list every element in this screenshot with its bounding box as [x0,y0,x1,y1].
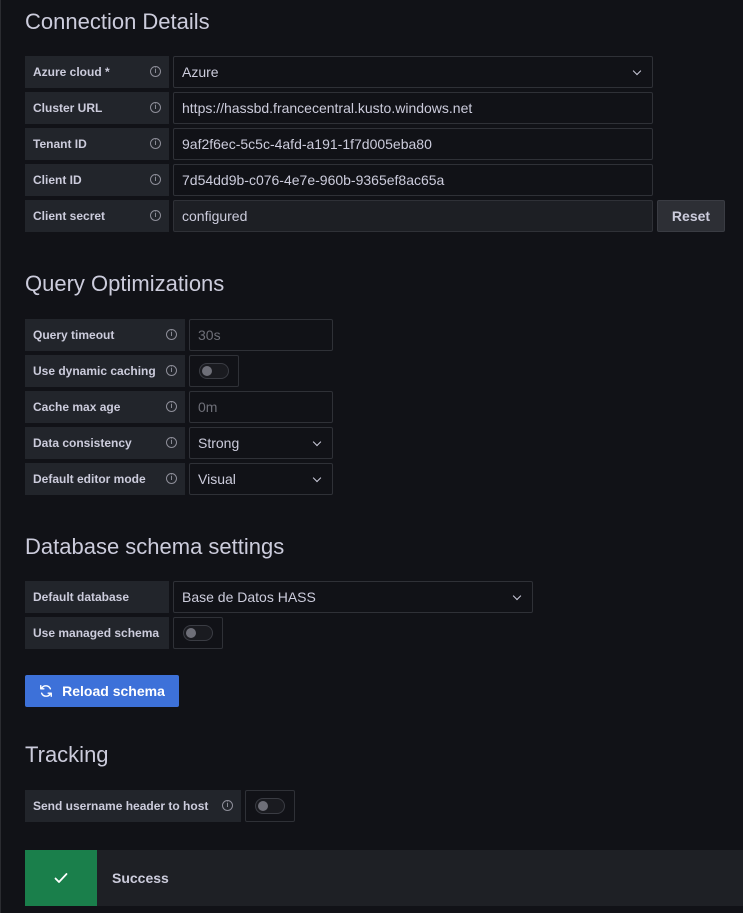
managed-schema-row: Use managed schema [25,617,223,649]
data-consistency-value: Strong [198,435,240,451]
info-circle-icon[interactable]: i [150,102,161,113]
editor-mode-value: Visual [198,471,236,487]
default-database-select[interactable]: Base de Datos HASS [173,581,533,613]
data-consistency-label: Data consistency i [25,427,185,459]
client-id-value: 7d54dd9b-c076-4e7e-960b-9365ef8ac65a [182,172,445,188]
data-consistency-select[interactable]: Strong [189,427,333,459]
editor-mode-select[interactable]: Visual [189,463,333,495]
dynamic-caching-row: Use dynamic caching i [25,355,239,387]
azure-cloud-select[interactable]: Azure [173,56,653,88]
tenant-id-value: 9af2f6ec-5c5c-4afd-a191-1f7d005eba80 [182,136,432,152]
cluster-url-value: https://hassbd.francecentral.kusto.windo… [182,100,473,116]
managed-schema-toggle[interactable] [173,617,223,649]
info-circle-icon[interactable]: i [166,401,177,412]
username-header-row: Send username header to host i [25,790,295,822]
info-circle-icon[interactable]: i [150,138,161,149]
info-circle-icon[interactable]: i [150,66,161,77]
default-database-label: Default database [25,581,169,613]
success-alert: Success [25,850,743,906]
connection-section-title: Connection Details [25,9,210,34]
default-database-row: Default database Base de Datos HASS [25,581,533,613]
left-rail [0,0,1,913]
reset-button[interactable]: Reset [657,200,725,232]
query-timeout-input[interactable]: 30s [189,319,333,351]
info-circle-icon[interactable]: i [222,800,233,811]
tenant-id-input[interactable]: 9af2f6ec-5c5c-4afd-a191-1f7d005eba80 [173,128,653,160]
info-circle-icon[interactable]: i [166,329,177,340]
username-header-label: Send username header to host i [25,790,241,822]
query-timeout-placeholder: 30s [198,327,221,343]
dynamic-caching-label: Use dynamic caching i [25,355,185,387]
query-section-title: Query Optimizations [25,271,225,296]
client-id-row: Client ID i 7d54dd9b-c076-4e7e-960b-9365… [25,164,653,196]
dynamic-caching-toggle[interactable] [189,355,239,387]
cluster-url-label: Cluster URL i [25,92,169,124]
editor-mode-row: Default editor mode i Visual [25,463,333,495]
tenant-id-label-text: Tenant ID [33,137,87,151]
alert-status-box [25,850,97,906]
chevron-down-icon [512,591,522,601]
client-id-label: Client ID i [25,164,169,196]
client-secret-input[interactable]: configured [173,200,653,232]
cluster-url-input[interactable]: https://hassbd.francecentral.kusto.windo… [173,92,653,124]
schema-section-title: Database schema settings [25,534,285,559]
client-secret-value: configured [182,208,248,224]
azure-cloud-value: Azure [182,64,219,80]
alert-message: Success [112,870,169,886]
info-circle-icon[interactable]: i [150,210,161,221]
cluster-url-row: Cluster URL i https://hassbd.francecentr… [25,92,653,124]
azure-cloud-label-text: Azure cloud * [33,65,110,79]
data-consistency-row: Data consistency i Strong [25,427,333,459]
toggle-knob [202,366,212,376]
cache-max-age-label-text: Cache max age [33,400,121,414]
client-secret-row: Client secret i configured Reset [25,200,725,232]
toggle-switch[interactable] [255,798,285,814]
data-consistency-label-text: Data consistency [33,436,132,450]
cache-max-age-row: Cache max age i 0m [25,391,333,423]
azure-cloud-row: Azure cloud * i Azure [25,56,653,88]
toggle-switch[interactable] [199,363,229,379]
managed-schema-label-text: Use managed schema [33,626,160,640]
info-circle-icon[interactable]: i [166,437,177,448]
username-header-toggle[interactable] [245,790,295,822]
tenant-id-label: Tenant ID i [25,128,169,160]
tenant-id-row: Tenant ID i 9af2f6ec-5c5c-4afd-a191-1f7d… [25,128,653,160]
cluster-url-label-text: Cluster URL [33,101,103,115]
managed-schema-label: Use managed schema [25,617,169,649]
reload-schema-button[interactable]: Reload schema [25,675,179,707]
chevron-down-icon [312,437,322,447]
sync-icon [40,685,53,697]
client-id-input[interactable]: 7d54dd9b-c076-4e7e-960b-9365ef8ac65a [173,164,653,196]
info-circle-icon[interactable]: i [150,174,161,185]
editor-mode-label-text: Default editor mode [33,472,146,486]
dynamic-caching-label-text: Use dynamic caching [33,364,156,378]
info-circle-icon[interactable]: i [166,365,177,376]
query-timeout-label-text: Query timeout [33,328,115,342]
toggle-knob [186,628,196,638]
tracking-section-title: Tracking [25,742,109,767]
reload-schema-label: Reload schema [62,683,165,699]
info-circle-icon[interactable]: i [166,473,177,484]
client-secret-label-text: Client secret [33,209,106,223]
toggle-knob [258,801,268,811]
toggle-switch[interactable] [183,625,213,641]
chevron-down-icon [312,473,322,483]
check-icon [54,873,68,883]
cache-max-age-input[interactable]: 0m [189,391,333,423]
chevron-down-icon [632,66,642,76]
query-timeout-row: Query timeout i 30s [25,319,333,351]
azure-cloud-label: Azure cloud * i [25,56,169,88]
query-timeout-label: Query timeout i [25,319,185,351]
username-header-label-text: Send username header to host [33,799,209,813]
cache-max-age-placeholder: 0m [198,399,218,415]
default-database-label-text: Default database [33,590,130,604]
cache-max-age-label: Cache max age i [25,391,185,423]
default-database-value: Base de Datos HASS [182,589,316,605]
editor-mode-label: Default editor mode i [25,463,185,495]
client-id-label-text: Client ID [33,173,82,187]
client-secret-label: Client secret i [25,200,169,232]
